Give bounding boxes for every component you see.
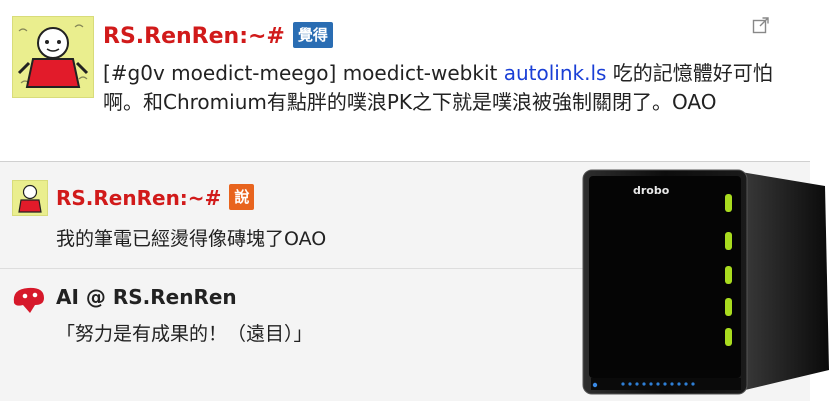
verb-badge: 覺得: [292, 22, 333, 48]
ai-avatar[interactable]: [10, 283, 50, 315]
response-author[interactable]: RS.RenRen:~# 說: [56, 184, 255, 210]
response-author[interactable]: AI @ RS.RenRen: [56, 285, 237, 309]
main-post: RS.RenRen:~# 覺得 [#g0v moedict-meego] moed…: [0, 0, 838, 160]
author-avatar[interactable]: [12, 16, 94, 98]
response-text: 「努力是有成果的！（遠目）」: [56, 323, 313, 345]
response-author-name[interactable]: RS.RenRen:~#: [56, 186, 221, 210]
author-name[interactable]: RS.RenRen:~#: [103, 24, 285, 49]
response-text: 我的筆電已經燙得像磚塊了OAO: [56, 228, 327, 250]
post-text-prefix: [#g0v moedict-meego] moedict-webkit: [103, 61, 504, 85]
drobo-device-image: drobo: [573, 164, 838, 400]
autolink-link[interactable]: autolink.ls: [504, 61, 607, 85]
post-content: [#g0v moedict-meego] moedict-webkit auto…: [103, 59, 803, 117]
response-avatar[interactable]: [12, 180, 48, 216]
share-icon[interactable]: [752, 16, 770, 34]
post-author[interactable]: RS.RenRen:~# 覺得: [103, 22, 333, 49]
verb-badge: 說: [229, 184, 255, 210]
drobo-brand-label: drobo: [633, 184, 670, 197]
